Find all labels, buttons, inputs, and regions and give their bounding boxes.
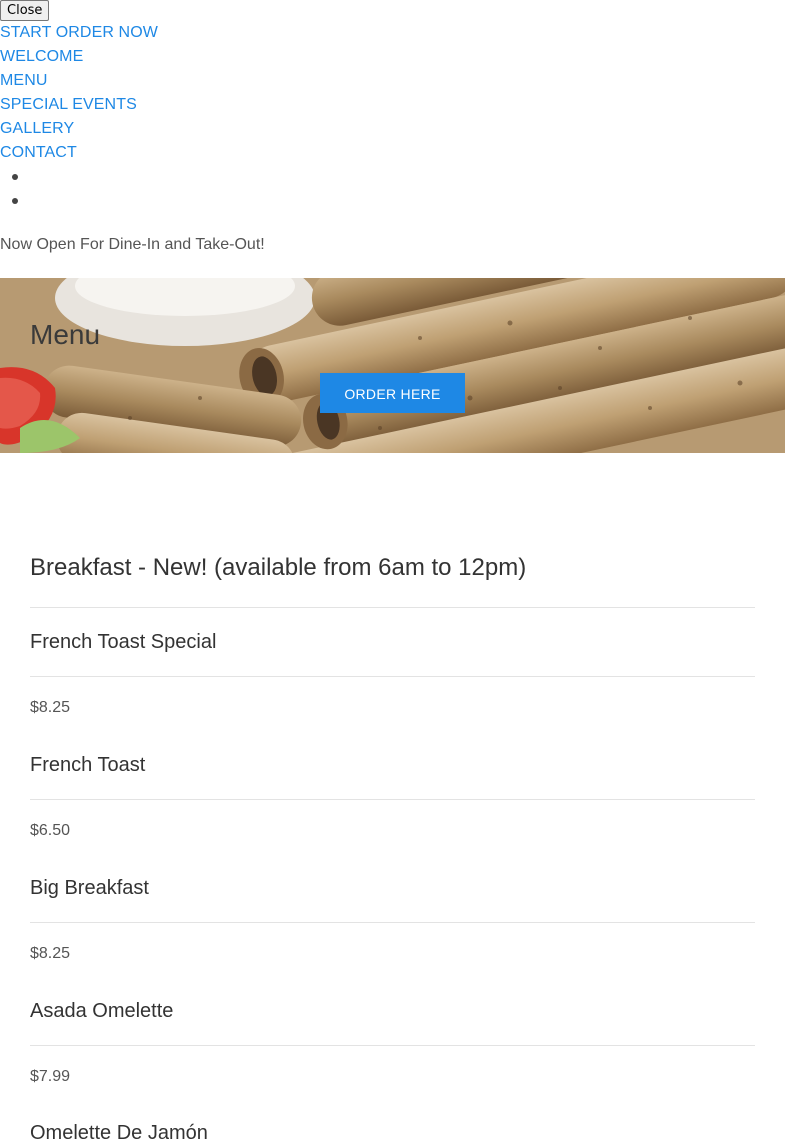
nav-link-welcome[interactable]: WELCOME bbox=[0, 45, 158, 69]
menu-item-name: French Toast bbox=[30, 754, 146, 776]
bullet-icon bbox=[12, 198, 18, 204]
order-here-button[interactable]: ORDER HERE bbox=[320, 373, 465, 413]
menu-item-name: French Toast Special bbox=[30, 631, 217, 653]
bullet-icon bbox=[12, 174, 18, 180]
menu-item-name: Asada Omelette bbox=[30, 1000, 174, 1022]
nav-link-special-events[interactable]: SPECIAL EVENTS bbox=[0, 93, 158, 117]
divider bbox=[30, 799, 755, 800]
taquitos-photo bbox=[0, 278, 785, 453]
main-nav: START ORDER NOW WELCOME MENU SPECIAL EVE… bbox=[0, 21, 158, 165]
menu-item-price: $7.99 bbox=[30, 1068, 71, 1085]
nav-link-menu[interactable]: MENU bbox=[0, 69, 158, 93]
tagline: Now Open For Dine-In and Take-Out! bbox=[0, 236, 265, 253]
divider bbox=[30, 607, 755, 608]
hero-banner: Menu ORDER HERE bbox=[0, 278, 785, 453]
menu-section-title: Breakfast - New! (available from 6am to … bbox=[30, 554, 527, 581]
nav-link-start-order[interactable]: START ORDER NOW bbox=[0, 21, 158, 45]
nav-link-gallery[interactable]: GALLERY bbox=[0, 117, 158, 141]
menu-item-price: $8.25 bbox=[30, 945, 71, 962]
menu-item-name: Omelette De Jamón bbox=[30, 1122, 208, 1144]
divider bbox=[30, 922, 755, 923]
menu-item-price: $6.50 bbox=[30, 822, 71, 839]
menu-item-name: Big Breakfast bbox=[30, 877, 149, 899]
divider bbox=[30, 1045, 755, 1046]
divider bbox=[30, 676, 755, 677]
close-button[interactable]: Close bbox=[0, 0, 50, 21]
page-title: Menu bbox=[30, 319, 101, 350]
nav-link-contact[interactable]: CONTACT bbox=[0, 141, 158, 165]
menu-item-price: $8.25 bbox=[30, 699, 71, 716]
